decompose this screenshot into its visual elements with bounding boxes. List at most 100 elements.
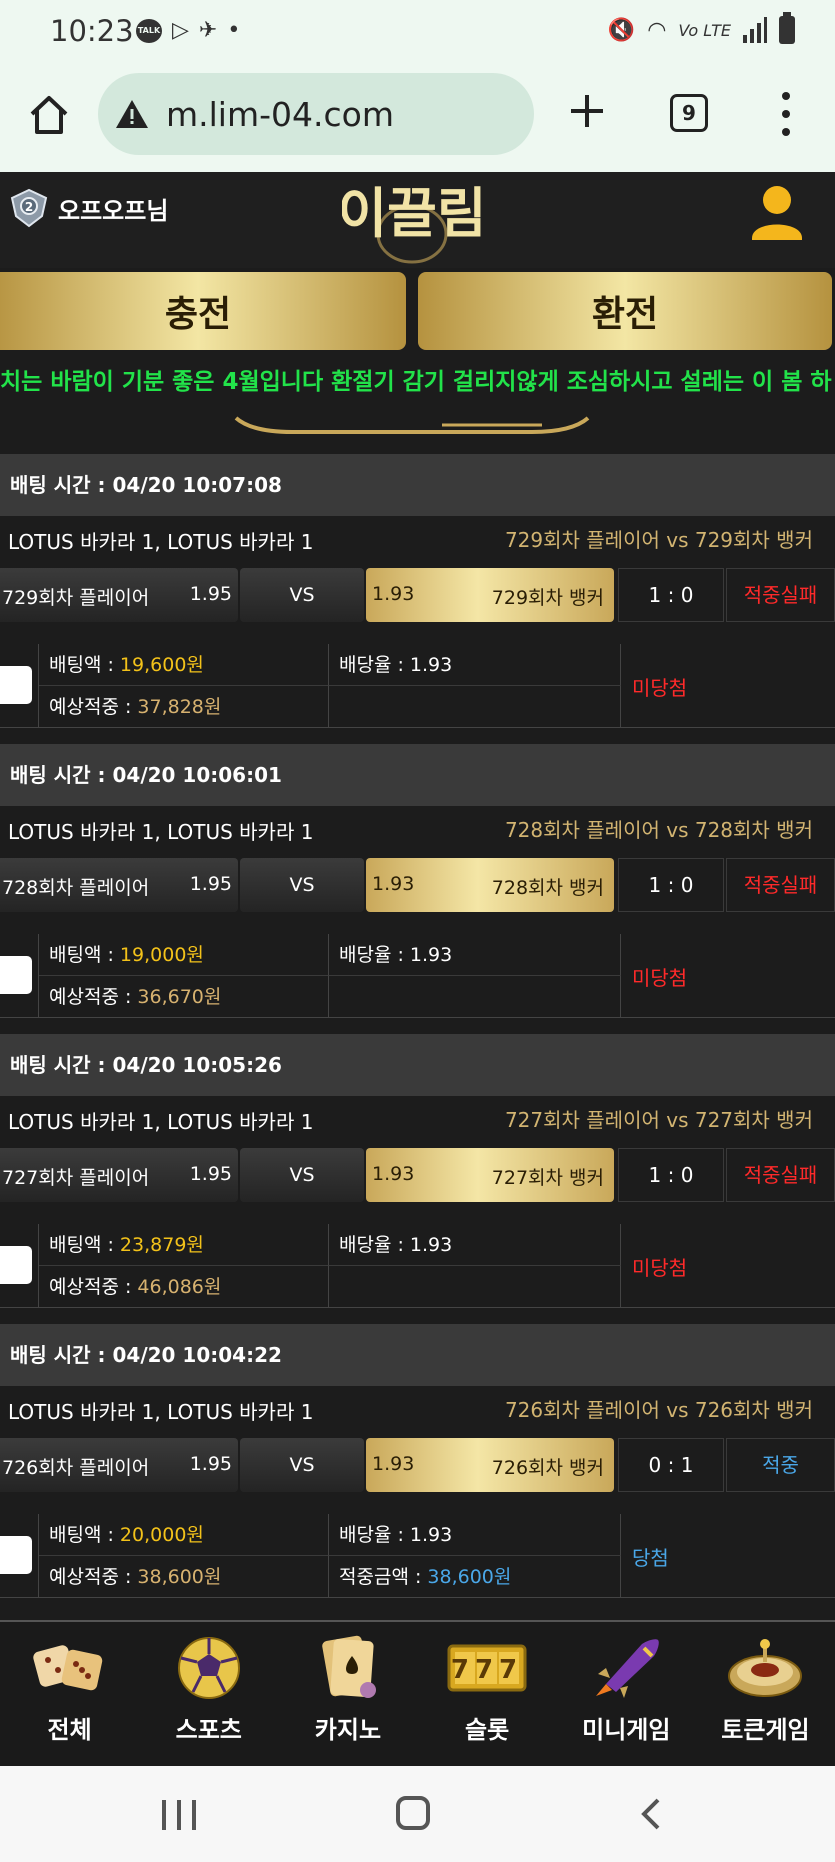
league-name: LOTUS 바카라 1, LOTUS 바카라 1 [8,1400,314,1424]
bet-select-checkbox[interactable] [0,1246,32,1284]
warning-icon[interactable] [114,98,150,130]
menu-slot[interactable]: 777 슬롯 [418,1622,557,1766]
bet-amount-label: 배팅액 : [49,944,120,966]
odds-rate-value: 1.93 [409,654,453,676]
kakaotalk-icon: TALK [136,18,162,43]
vs-label: VS [240,1438,364,1492]
bet-amount-label: 배팅액 : [49,1524,120,1546]
svg-text:2: 2 [25,200,33,214]
home-odds-value: 1.95 [189,1453,232,1475]
bet-amount-cell: 배팅액 : 20,000원 [39,1514,329,1556]
back-icon[interactable] [634,1796,668,1832]
odds-rate-label: 배당율 : [339,1524,410,1546]
menu-label: 전체 [47,1716,92,1744]
expected-win-cell: 예상적중 : 36,670원 [39,976,329,1018]
away-odds-button-selected[interactable]: 1.93 728회차 뱅커 [366,858,614,912]
bet-time: 배팅 시간 : 04/20 10:06:01 [0,744,835,806]
battery-icon [779,12,795,44]
menu-casino[interactable]: 카지노 [278,1622,417,1766]
home-odds-button[interactable]: 729회차 플레이어 1.95 [0,568,238,622]
menu-all[interactable]: 전체 [0,1622,139,1766]
vs-label: VS [240,858,364,912]
site-header: 2 오프오프님 이끌림 [0,172,835,268]
result-status: 적중실패 [726,858,835,912]
user-info[interactable]: 2 오프오프님 [8,188,168,228]
home-odds-button[interactable]: 727회차 플레이어 1.95 [0,1148,238,1202]
cash-buttons: 충전 환전 [0,270,835,354]
roulette-icon [728,1639,803,1697]
browser-toolbar: m.lim-04.com 9 [0,64,835,172]
odds-row: 727회차 플레이어 1.95 VS 1.93 727회차 뱅커 1 : 0 적… [0,1148,835,1202]
expected-win-value: 38,600원 [137,1566,222,1588]
away-odds-button-selected[interactable]: 1.93 726회차 뱅커 [366,1438,614,1492]
expected-win-cell: 예상적중 : 46,086원 [39,1266,329,1308]
home-team-name: 727회차 플레이어 [2,1167,150,1189]
home-icon[interactable] [28,94,70,136]
new-tab-icon[interactable] [568,92,606,130]
bet-detail-grid: 배팅액 : 20,000원 배당율 : 1.93 예상적중 : 38,600원 … [38,1514,621,1598]
notice-text: 치는 바람이 기분 좋은 4월입니다 환절기 감기 걸리지않게 조심하시고 설레… [0,369,832,395]
bet-detail-grid: 배팅액 : 19,000원 배당율 : 1.93 예상적중 : 36,670원 [38,934,621,1018]
address-bar[interactable]: m.lim-04.com [98,73,534,155]
home-odds-button[interactable]: 726회차 플레이어 1.95 [0,1438,238,1492]
vs-label: VS [240,568,364,622]
menu-minigame[interactable]: 미니게임 [557,1622,696,1766]
payout-status: 미당첨 [632,966,688,990]
expected-win-value: 37,828원 [137,696,222,718]
win-amount-value: 38,600원 [427,1566,512,1588]
recent-apps-icon[interactable] [162,1800,196,1830]
away-odds-value: 1.93 [372,1163,415,1185]
bet-amount-value: 19,000원 [119,944,204,966]
profile-icon[interactable] [748,182,806,244]
username[interactable]: 오프오프님 [58,191,168,226]
away-team-name: 728회차 뱅커 [491,877,604,899]
bet-card: 배팅 시간 : 04/20 10:05:26 LOTUS 바카라 1, LOTU… [0,1034,835,1308]
bet-match-header: LOTUS 바카라 1, LOTUS 바카라 1 727회차 플레이어 vs 7… [0,1096,835,1140]
match-title: 728회차 플레이어 vs 728회차 뱅커 [504,818,813,842]
menu-sports[interactable]: 스포츠 [139,1622,278,1766]
expected-win-label: 예상적중 : [49,1566,138,1588]
mute-icon: 🔇 [607,17,636,43]
odds-rate-label: 배당율 : [339,944,410,966]
menu-label: 스포츠 [175,1716,242,1744]
score: 1 : 0 [618,1148,724,1202]
bet-time: 배팅 시간 : 04/20 10:04:22 [0,1324,835,1386]
notice-marquee: 치는 바람이 기분 좋은 4월입니다 환절기 감기 걸리지않게 조심하시고 설레… [0,362,835,404]
bet-card: 배팅 시간 : 04/20 10:04:22 LOTUS 바카라 1, LOTU… [0,1324,835,1598]
game-category-menu: 전체 스포츠 카지노 777 슬롯 미니게임 토큰게임 [0,1620,835,1766]
bet-select-checkbox[interactable] [0,1536,32,1574]
more-menu-icon[interactable] [776,92,796,136]
exchange-button[interactable]: 환전 [418,272,832,350]
odds-rate-cell: 배당율 : 1.93 [329,644,621,686]
url-text[interactable]: m.lim-04.com [166,95,394,134]
bet-select-checkbox[interactable] [0,666,32,704]
charge-button[interactable]: 충전 [0,272,406,350]
payout-status: 미당첨 [632,676,688,700]
home-odds-button[interactable]: 728회차 플레이어 1.95 [0,858,238,912]
home-nav-icon[interactable] [396,1796,430,1830]
menu-label: 카지노 [314,1716,382,1744]
payout-status: 미당첨 [632,1256,688,1280]
away-odds-button-selected[interactable]: 1.93 727회차 뱅커 [366,1148,614,1202]
site-logo[interactable]: 이끌림 [342,178,482,264]
expected-win-value: 36,670원 [137,986,222,1008]
signal-icon [743,17,767,43]
bet-select-checkbox[interactable] [0,956,32,994]
away-odds-button-selected[interactable]: 1.93 729회차 뱅커 [366,568,614,622]
away-odds-value: 1.93 [372,583,415,605]
tab-switcher-button[interactable]: 9 [670,94,708,132]
match-title: 727회차 플레이어 vs 727회차 뱅커 [504,1108,813,1132]
odds-row: 729회차 플레이어 1.95 VS 1.93 729회차 뱅커 1 : 0 적… [0,568,835,622]
win-amount-cell [329,686,621,728]
win-amount-cell: 적중금액 : 38,600원 [329,1556,621,1598]
bet-match-header: LOTUS 바카라 1, LOTUS 바카라 1 729회차 플레이어 vs 7… [0,516,835,560]
result-status: 적중실패 [726,568,835,622]
expected-win-value: 46,086원 [137,1276,222,1298]
play-store-icon: ▷ [172,18,189,43]
menu-token-game[interactable]: 토큰게임 [696,1622,835,1766]
system-navigation-bar [0,1766,835,1862]
away-team-name: 727회차 뱅커 [491,1167,604,1189]
menu-label: 미니게임 [582,1716,671,1744]
home-team-name: 729회차 플레이어 [2,587,150,609]
expected-win-cell: 예상적중 : 37,828원 [39,686,329,728]
